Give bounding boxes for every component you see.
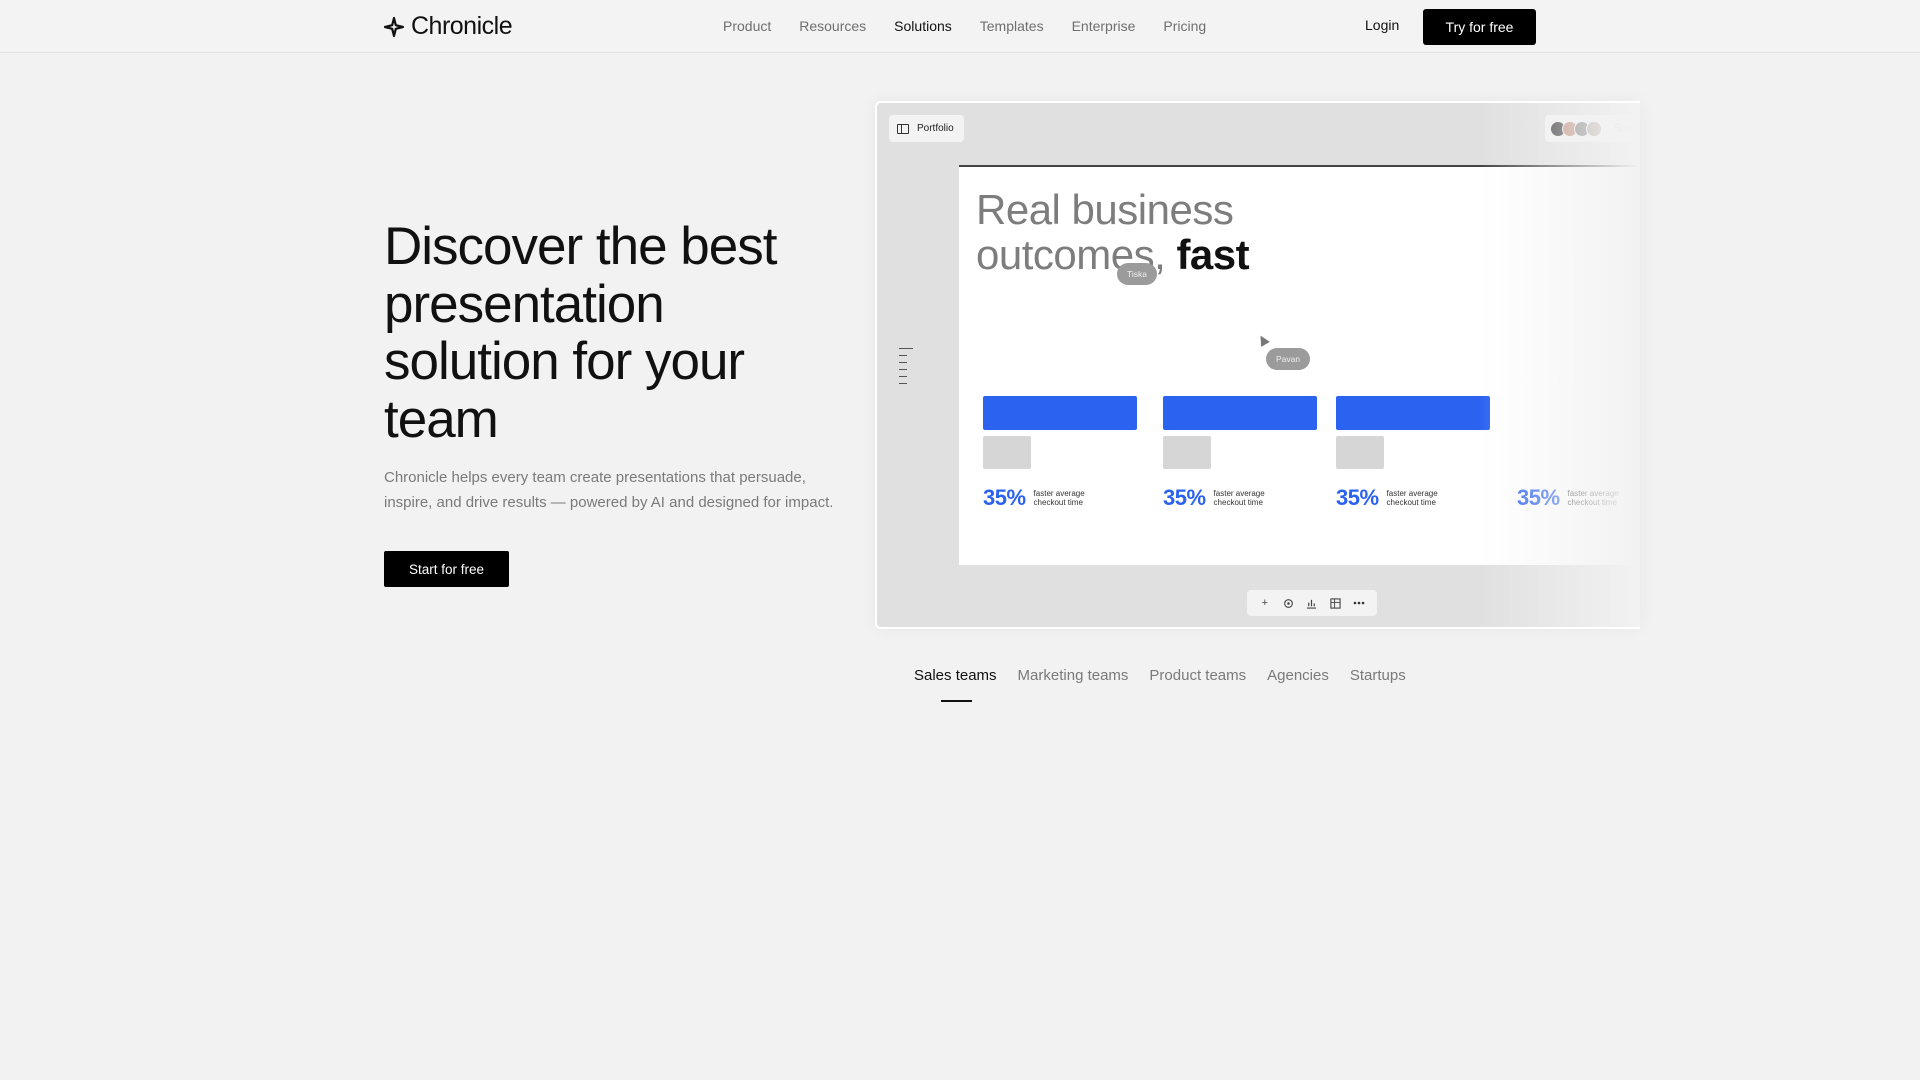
stat-label: faster average checkout time <box>1213 489 1265 507</box>
portfolio-label: Portfolio <box>917 123 954 134</box>
portfolio-chip[interactable]: Portfolio <box>889 115 964 142</box>
outline-line <box>899 376 907 377</box>
collaborators-chip[interactable]: Share <box>1545 115 1640 142</box>
share-label[interactable]: Share <box>1614 123 1640 134</box>
outline-line <box>899 369 907 370</box>
content-bar <box>1163 396 1317 430</box>
plus-icon[interactable]: + <box>1258 596 1272 610</box>
slide-title-line2: outcomes, fast <box>976 231 1250 278</box>
slide-title-line1: Real business <box>976 186 1234 233</box>
stat-value: 35% <box>1336 485 1379 510</box>
stat-2: 35% faster average checkout time <box>1163 485 1274 511</box>
stat-label: faster average checkout time <box>1386 489 1438 507</box>
stat-3: 35% faster average checkout time <box>1336 485 1447 511</box>
nav-link-enterprise[interactable]: Enterprise <box>1072 18 1136 34</box>
stat-1: 35% faster average checkout time <box>983 485 1094 511</box>
tab-agencies[interactable]: Agencies <box>1267 667 1329 684</box>
image-placeholder <box>1336 436 1384 469</box>
stat-value: 35% <box>983 485 1026 510</box>
stat-4: 35% faster average checkout time <box>1517 485 1628 511</box>
hero-subtitle: Chronicle helps every team create presen… <box>384 469 834 511</box>
login-link[interactable]: Login <box>1365 17 1399 33</box>
hero-title: Discover the best presentation solution … <box>384 217 777 449</box>
top-nav: Chronicle Product Resources Solutions Te… <box>0 0 1920 53</box>
cursor-tag-tiska: Tiska <box>1117 263 1157 285</box>
sync-icon[interactable] <box>1281 596 1295 610</box>
tab-startups[interactable]: Startups <box>1350 667 1406 684</box>
nav-link-resources[interactable]: Resources <box>799 18 866 34</box>
start-for-free-button[interactable]: Start for free <box>384 551 509 587</box>
sidebar-panel-icon <box>897 123 909 134</box>
more-icon[interactable] <box>1352 596 1366 610</box>
sparkle-icon <box>383 16 405 37</box>
outline-line <box>899 362 907 363</box>
cursor-arrow-icon <box>1256 333 1270 347</box>
active-tab-indicator <box>941 700 972 702</box>
outline-line <box>899 348 913 349</box>
outline-line <box>899 383 907 384</box>
slide-title-bold: fast <box>1176 231 1250 278</box>
logo-text: Chronicle <box>411 12 513 40</box>
tab-sales-teams[interactable]: Sales teams <box>914 667 997 684</box>
chart-icon[interactable] <box>1305 596 1319 610</box>
content-bar <box>1336 396 1490 430</box>
slide-outline <box>899 348 913 390</box>
try-for-free-button[interactable]: Try for free <box>1423 9 1536 45</box>
stat-value: 35% <box>1163 485 1206 510</box>
stat-value: 35% <box>1517 485 1560 510</box>
content-bar <box>983 396 1137 430</box>
stat-label: faster average checkout time <box>1033 489 1085 507</box>
nav-links: Product Resources Solutions Templates En… <box>723 0 1206 52</box>
product-mockup: Portfolio Share Real business outcomes, … <box>875 101 1640 629</box>
cursor-tag-pavan: Pavan <box>1266 348 1311 370</box>
nav-link-templates[interactable]: Templates <box>980 18 1044 34</box>
image-placeholder <box>983 436 1031 469</box>
image-placeholder <box>1163 436 1211 469</box>
outline-line <box>899 355 907 356</box>
stat-label: faster average checkout time <box>1567 489 1619 507</box>
tab-marketing-teams[interactable]: Marketing teams <box>1018 667 1129 684</box>
slide-toolbar: + <box>1247 590 1377 616</box>
tab-product-teams[interactable]: Product teams <box>1149 667 1246 684</box>
table-icon[interactable] <box>1329 596 1343 610</box>
team-tabs: Sales teams Marketing teams Product team… <box>914 667 1406 684</box>
nav-link-solutions[interactable]: Solutions <box>894 18 952 34</box>
avatar <box>1586 120 1602 137</box>
nav-link-pricing[interactable]: Pricing <box>1163 18 1206 34</box>
slide-canvas[interactable]: Real business outcomes, fast Tiska Pavan… <box>959 165 1640 565</box>
nav-link-product[interactable]: Product <box>723 18 771 34</box>
logo[interactable]: Chronicle <box>383 12 513 41</box>
slide-title: Real business outcomes, fast <box>976 186 1250 278</box>
